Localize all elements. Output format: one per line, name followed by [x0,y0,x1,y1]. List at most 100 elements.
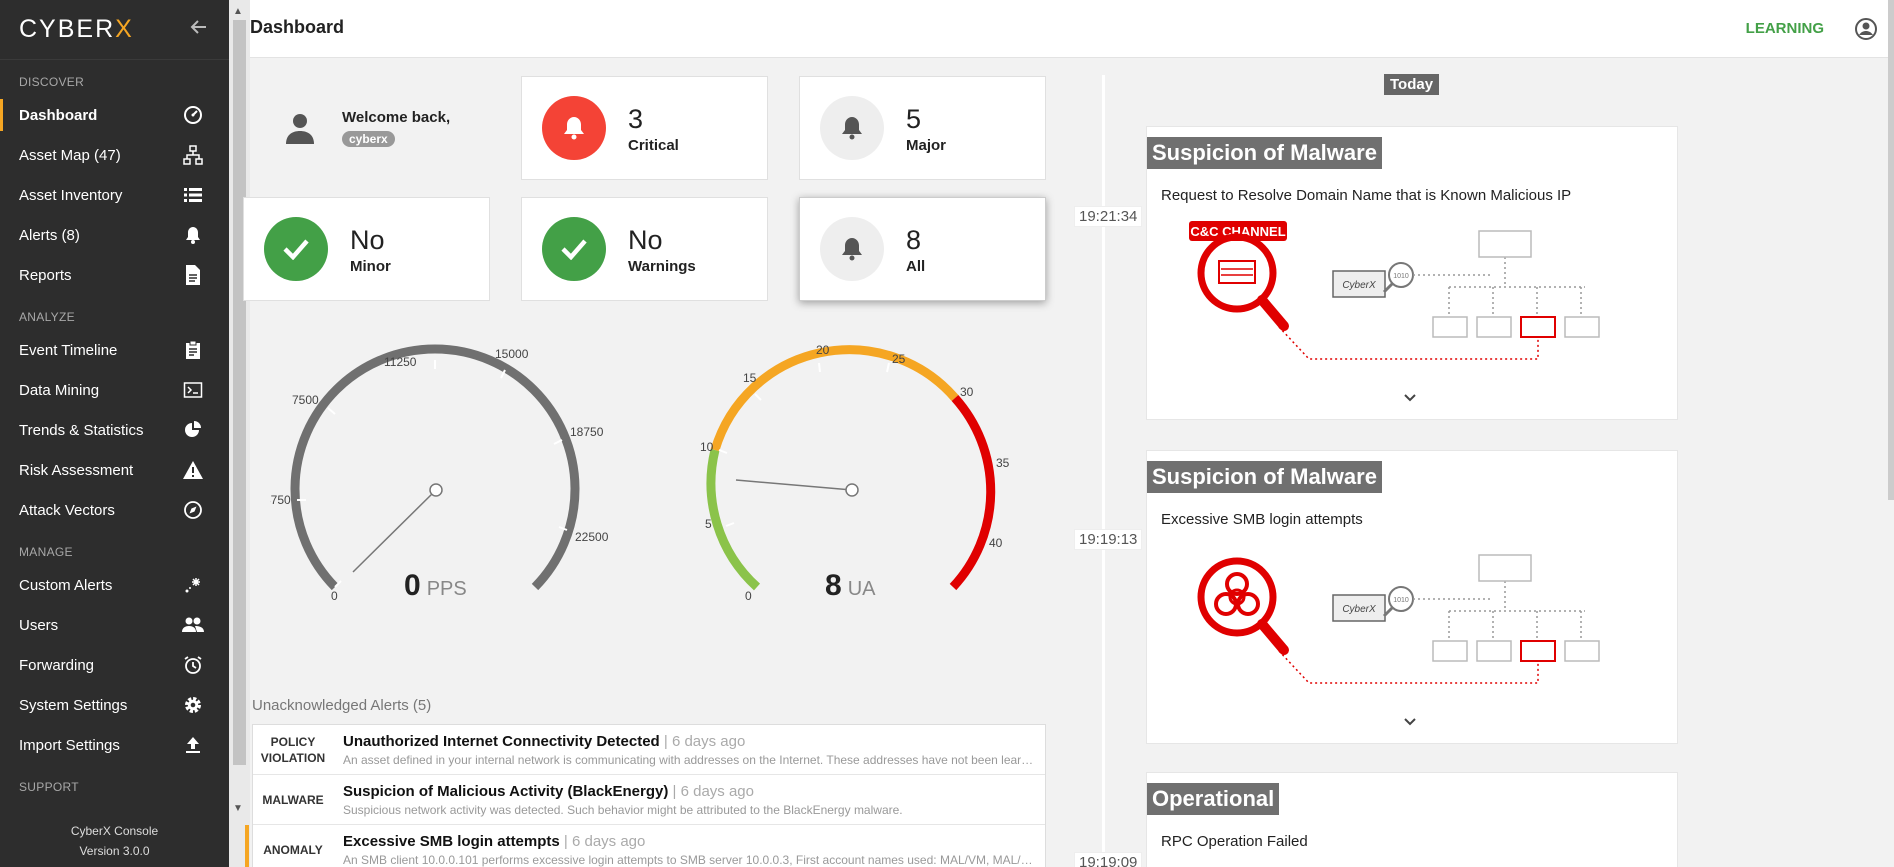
alert-row[interactable]: ANOMALY Excessive SMB login attempts | 6… [245,825,1045,867]
timeline-event-card[interactable]: Suspicion of Malware Excessive SMB login… [1146,450,1678,744]
bell-icon [542,96,606,160]
sidebar-scrollbar-thumb[interactable] [233,20,246,765]
sidebar-item-alerts[interactable]: Alerts (8) [0,215,229,255]
sidebar-item-risk-assessment[interactable]: Risk Assessment [0,450,229,490]
product-version: Version 3.0.0 [79,844,150,858]
alert-description: Suspicious network activity was detected… [343,802,903,817]
welcome-card: Welcome back, cyberx [258,76,503,180]
all-alerts-card[interactable]: 8 All [799,197,1046,301]
alert-age: | 6 days ago [668,782,754,800]
sidebar-item-label: Asset Map (47) [19,146,121,164]
biohazard-illustration: CyberX 1010 [1197,554,1600,684]
sidebar-item-asset-inventory[interactable]: Asset Inventory [0,175,229,215]
all-count: 8 [906,224,922,255]
expand-chevron-icon[interactable] [1403,390,1417,406]
alert-category-line: ANOMALY [263,842,323,857]
ua-needle-hub [845,483,859,497]
device-label: CyberX [1342,604,1376,615]
sidebar-item-trends-statistics[interactable]: Trends & Statistics [0,410,229,450]
ua-tick-label: 40 [989,536,1003,550]
sparkle-icon [182,574,204,596]
terminal-icon [182,379,204,401]
network-icon [182,144,204,166]
timeline-event-card[interactable]: Operational RPC Operation Failed [1146,772,1678,867]
ua-tick-label: 15 [743,371,757,385]
minor-label: Minor [350,257,391,275]
pps-tick-label: 3750 [270,493,291,507]
sidebar-item-asset-map[interactable]: Asset Map (47) [0,135,229,175]
pps-unit: PPS [426,578,467,600]
alert-category-line: MALWARE [262,792,324,807]
section-support: SUPPORT [19,780,79,794]
sidebar-item-event-timeline[interactable]: Event Timeline [0,330,229,370]
brand-bar: CYBERX [0,0,229,60]
pps-needle-hub [429,483,443,497]
pps-tick-label: 22500 [575,530,609,544]
alert-category: MALWARE [253,792,333,808]
scroll-down-arrow-icon[interactable]: ▼ [233,803,243,814]
sidebar-item-label: Import Settings [19,736,120,754]
ua-tick-label: 20 [816,343,830,357]
critical-label: Critical [628,136,679,154]
ua-gauge-arc-orange [710,345,959,452]
speedometer-icon [182,104,204,126]
sidebar-item-label: Dashboard [19,106,98,124]
list-icon [182,184,204,206]
clipboard-icon [182,339,204,361]
sidebar: CYBERX DISCOVER Dashboard Asset Map (47)… [0,0,229,867]
welcome-text: Welcome back, [342,108,451,126]
users-icon [182,614,204,636]
timeline-today-label: Today [1384,74,1440,95]
sidebar-item-custom-alerts[interactable]: Custom Alerts [0,565,229,605]
alert-row[interactable]: MALWARE Suspicion of Malicious Activity … [253,775,1045,825]
sidebar-item-forwarding[interactable]: Forwarding [0,645,229,685]
person-icon [268,96,332,160]
learning-mode-indicator[interactable]: LEARNING [1746,20,1824,37]
compass-icon [182,499,204,521]
unacknowledged-alerts-title: Unacknowledged Alerts (5) [252,697,432,714]
scroll-up-arrow-icon[interactable]: ▲ [233,6,243,17]
event-title: Suspicion of Malware [1147,461,1382,493]
checkmark-icon [264,217,328,281]
event-title: Suspicion of Malware [1147,137,1382,169]
sidebar-item-system-settings[interactable]: System Settings [0,685,229,725]
main-scrollbar-thumb[interactable] [1888,0,1894,500]
all-label: All [906,257,926,275]
sidebar-footer: CyberX Console Version 3.0.0 [0,807,229,867]
critical-alerts-card[interactable]: 3 Critical [521,76,768,180]
pps-tick-label: 0 [331,589,338,603]
pps-gauge: 0 3750 7500 11250 15000 18750 22500 [270,344,609,603]
checkmark-icon [542,217,606,281]
sidebar-item-data-mining[interactable]: Data Mining [0,370,229,410]
sidebar-item-attack-vectors[interactable]: Attack Vectors [0,490,229,530]
sidebar-item-label: Data Mining [19,381,100,399]
alert-title: Excessive SMB login attempts [343,832,560,850]
alert-age: | 6 days ago [659,732,746,750]
ua-tick-label: 0 [745,589,752,603]
product-name: CyberX Console [70,824,159,838]
bell-icon [182,224,204,246]
sidebar-item-import-settings[interactable]: Import Settings [0,725,229,765]
warnings-count: No [628,224,663,255]
expand-chevron-icon[interactable] [1403,714,1417,730]
cyberx-logo[interactable]: CYBERX [19,15,134,44]
sidebar-item-label: System Settings [19,696,128,714]
ua-value: 8 [825,569,842,602]
ua-gauge-needle [735,479,853,491]
alert-age: | 6 days ago [559,832,646,850]
sidebar-item-dashboard[interactable]: Dashboard [0,95,229,135]
user-account-icon[interactable] [1854,17,1878,46]
minor-alerts-card[interactable]: No Minor [243,197,490,301]
warnings-card[interactable]: No Warnings [521,197,768,301]
sidebar-item-users[interactable]: Users [0,605,229,645]
alert-row[interactable]: POLICY VIOLATION Unauthorized Internet Co… [253,725,1045,775]
major-alerts-card[interactable]: 5 Major [799,76,1046,180]
collapse-sidebar-icon[interactable] [189,17,209,43]
sidebar-item-label: Alerts (8) [19,226,80,244]
alert-title: Suspicion of Malicious Activity (BlackEn… [343,782,669,800]
ua-gauge: 0 5 10 15 20 25 30 35 40 [700,343,1010,603]
sidebar-item-label: Attack Vectors [19,501,115,519]
timeline-event-card[interactable]: Suspicion of Malware Request to Resolve … [1146,126,1678,420]
sidebar-item-reports[interactable]: Reports [0,255,229,295]
cc-channel-illustration: C&C CHANNEL CyberX 1010 [1189,221,1600,360]
